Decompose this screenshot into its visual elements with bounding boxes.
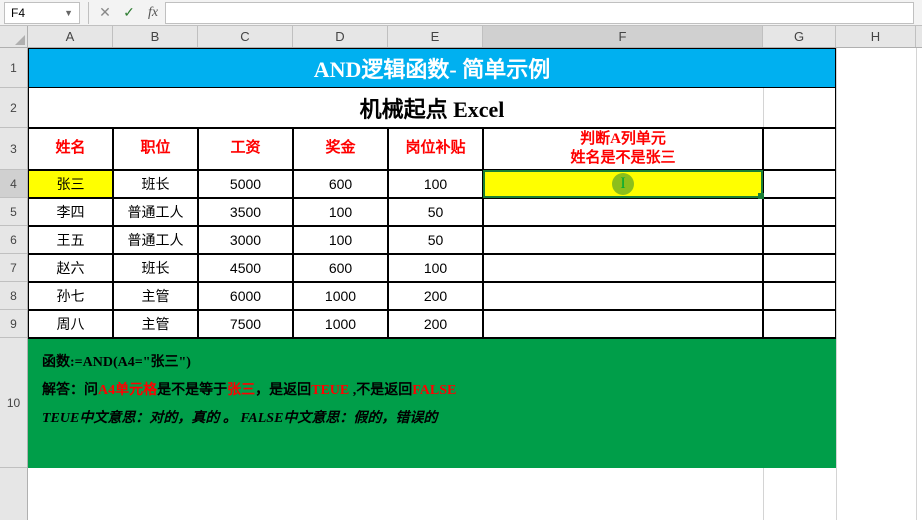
spreadsheet: A B C D E F G H 1 2 3 4 5 6 7 8 9 10 AND… xyxy=(0,26,922,520)
col-header-F[interactable]: F xyxy=(483,26,763,47)
col-header-B[interactable]: B xyxy=(113,26,198,47)
cell-allowance[interactable]: 100 xyxy=(388,170,483,198)
confirm-button[interactable]: ✓ xyxy=(117,2,141,24)
cell-name[interactable]: 王五 xyxy=(28,226,113,254)
table-row: 李四普通工人350010050 xyxy=(28,198,922,226)
row-header-1[interactable]: 1 xyxy=(0,48,27,88)
cell-salary[interactable]: 3500 xyxy=(198,198,293,226)
cell-judge[interactable] xyxy=(483,254,763,282)
cell-allowance[interactable]: 50 xyxy=(388,198,483,226)
row-header-2[interactable]: 2 xyxy=(0,88,27,128)
separator xyxy=(88,2,89,24)
subtitle-row: 机械起点 Excel xyxy=(28,88,922,128)
col-header-H[interactable]: H xyxy=(836,26,916,47)
cell-position[interactable]: 班长 xyxy=(113,170,198,198)
cell-empty-g[interactable] xyxy=(763,170,836,198)
subtitle-text: 机械起点 Excel xyxy=(360,92,505,124)
select-all-corner[interactable] xyxy=(0,26,28,48)
cell-judge[interactable] xyxy=(483,226,763,254)
table-row: 孙七主管60001000200 xyxy=(28,282,922,310)
cell-position[interactable]: 主管 xyxy=(113,282,198,310)
row-header-10[interactable]: 10 xyxy=(0,338,27,468)
cell-judge[interactable] xyxy=(483,282,763,310)
cell-salary[interactable]: 4500 xyxy=(198,254,293,282)
row-header-7[interactable]: 7 xyxy=(0,254,27,282)
header-empty-g[interactable] xyxy=(763,128,836,170)
cell-bonus[interactable]: 100 xyxy=(293,226,388,254)
explain-line3: TEUE中文意思：对的，真的 。 FALSE中文意思：假的，错误的 xyxy=(42,411,437,426)
col-header-E[interactable]: E xyxy=(388,26,483,47)
cancel-button[interactable]: ✕ xyxy=(93,2,117,24)
cell-allowance[interactable]: 50 xyxy=(388,226,483,254)
cell-position[interactable]: 普通工人 xyxy=(113,198,198,226)
cell-reference: F4 xyxy=(11,6,25,20)
title-text: AND逻辑函数- 简单示例 xyxy=(314,52,551,84)
formula-input[interactable] xyxy=(165,2,914,24)
cell-bonus[interactable]: 1000 xyxy=(293,282,388,310)
cell-position[interactable]: 主管 xyxy=(113,310,198,338)
header-salary[interactable]: 工资 xyxy=(198,128,293,170)
cell-judge[interactable] xyxy=(483,198,763,226)
cell-salary[interactable]: 6000 xyxy=(198,282,293,310)
cell-name[interactable]: 孙七 xyxy=(28,282,113,310)
header-name[interactable]: 姓名 xyxy=(28,128,113,170)
col-header-G[interactable]: G xyxy=(763,26,836,47)
row-headers: 1 2 3 4 5 6 7 8 9 10 xyxy=(0,48,28,520)
row-header-5[interactable]: 5 xyxy=(0,198,27,226)
column-headers: A B C D E F G H xyxy=(28,26,922,48)
cell-bonus[interactable]: 1000 xyxy=(293,310,388,338)
cell-salary[interactable]: 5000 xyxy=(198,170,293,198)
fx-button[interactable]: fx xyxy=(141,2,165,24)
table-row: 王五普通工人300010050 xyxy=(28,226,922,254)
name-box[interactable]: F4 ▼ xyxy=(4,2,80,24)
cell-allowance[interactable]: 100 xyxy=(388,254,483,282)
col-header-C[interactable]: C xyxy=(198,26,293,47)
cell-position[interactable]: 班长 xyxy=(113,254,198,282)
table-row: 周八主管75001000200 xyxy=(28,310,922,338)
cell-empty-g[interactable] xyxy=(763,310,836,338)
row-header-9[interactable]: 9 xyxy=(0,310,27,338)
cell-grid[interactable]: AND逻辑函数- 简单示例 机械起点 Excel 姓名 职位 工资 奖金 岗位补… xyxy=(28,48,922,520)
row-header-4[interactable]: 4 xyxy=(0,170,27,198)
table-header-row: 姓名 职位 工资 奖金 岗位补贴 判断A列单元 姓名是不是张三 xyxy=(28,128,922,170)
cell-bonus[interactable]: 600 xyxy=(293,170,388,198)
namebox-dropdown-icon[interactable]: ▼ xyxy=(64,8,73,18)
cell-judge[interactable] xyxy=(483,310,763,338)
table-row: 张三班长5000600100 xyxy=(28,170,922,198)
subtitle-cell[interactable]: 机械起点 Excel xyxy=(28,88,836,128)
cell-position[interactable]: 普通工人 xyxy=(113,226,198,254)
row-header-8[interactable]: 8 xyxy=(0,282,27,310)
explain-line1: 函数:=AND(A4="张三") xyxy=(42,355,191,370)
title-cell[interactable]: AND逻辑函数- 简单示例 xyxy=(28,48,836,88)
title-row: AND逻辑函数- 简单示例 xyxy=(28,48,922,88)
header-bonus[interactable]: 奖金 xyxy=(293,128,388,170)
header-allowance[interactable]: 岗位补贴 xyxy=(388,128,483,170)
formula-bar: F4 ▼ ✕ ✓ fx xyxy=(0,0,922,26)
explanation-row: 函数:=AND(A4="张三") 解答：问A4单元格是不是等于张三，是返回TEU… xyxy=(28,338,922,468)
explanation-block[interactable]: 函数:=AND(A4="张三") 解答：问A4单元格是不是等于张三，是返回TEU… xyxy=(28,338,836,468)
cell-empty-g[interactable] xyxy=(763,226,836,254)
row-header-3[interactable]: 3 xyxy=(0,128,27,170)
cell-name[interactable]: 李四 xyxy=(28,198,113,226)
cell-bonus[interactable]: 100 xyxy=(293,198,388,226)
col-header-D[interactable]: D xyxy=(293,26,388,47)
row-header-6[interactable]: 6 xyxy=(0,226,27,254)
cell-salary[interactable]: 7500 xyxy=(198,310,293,338)
cell-empty-g[interactable] xyxy=(763,282,836,310)
header-judge[interactable]: 判断A列单元 姓名是不是张三 xyxy=(483,128,763,170)
cell-allowance[interactable]: 200 xyxy=(388,282,483,310)
cell-bonus[interactable]: 600 xyxy=(293,254,388,282)
header-position[interactable]: 职位 xyxy=(113,128,198,170)
col-header-A[interactable]: A xyxy=(28,26,113,47)
cell-name[interactable]: 张三 xyxy=(28,170,113,198)
cell-name[interactable]: 赵六 xyxy=(28,254,113,282)
text-cursor-icon xyxy=(612,173,634,195)
cell-empty-g[interactable] xyxy=(763,198,836,226)
cell-allowance[interactable]: 200 xyxy=(388,310,483,338)
table-row: 赵六班长4500600100 xyxy=(28,254,922,282)
cell-name[interactable]: 周八 xyxy=(28,310,113,338)
cell-empty-g[interactable] xyxy=(763,254,836,282)
cell-judge[interactable] xyxy=(483,170,763,198)
cell-salary[interactable]: 3000 xyxy=(198,226,293,254)
